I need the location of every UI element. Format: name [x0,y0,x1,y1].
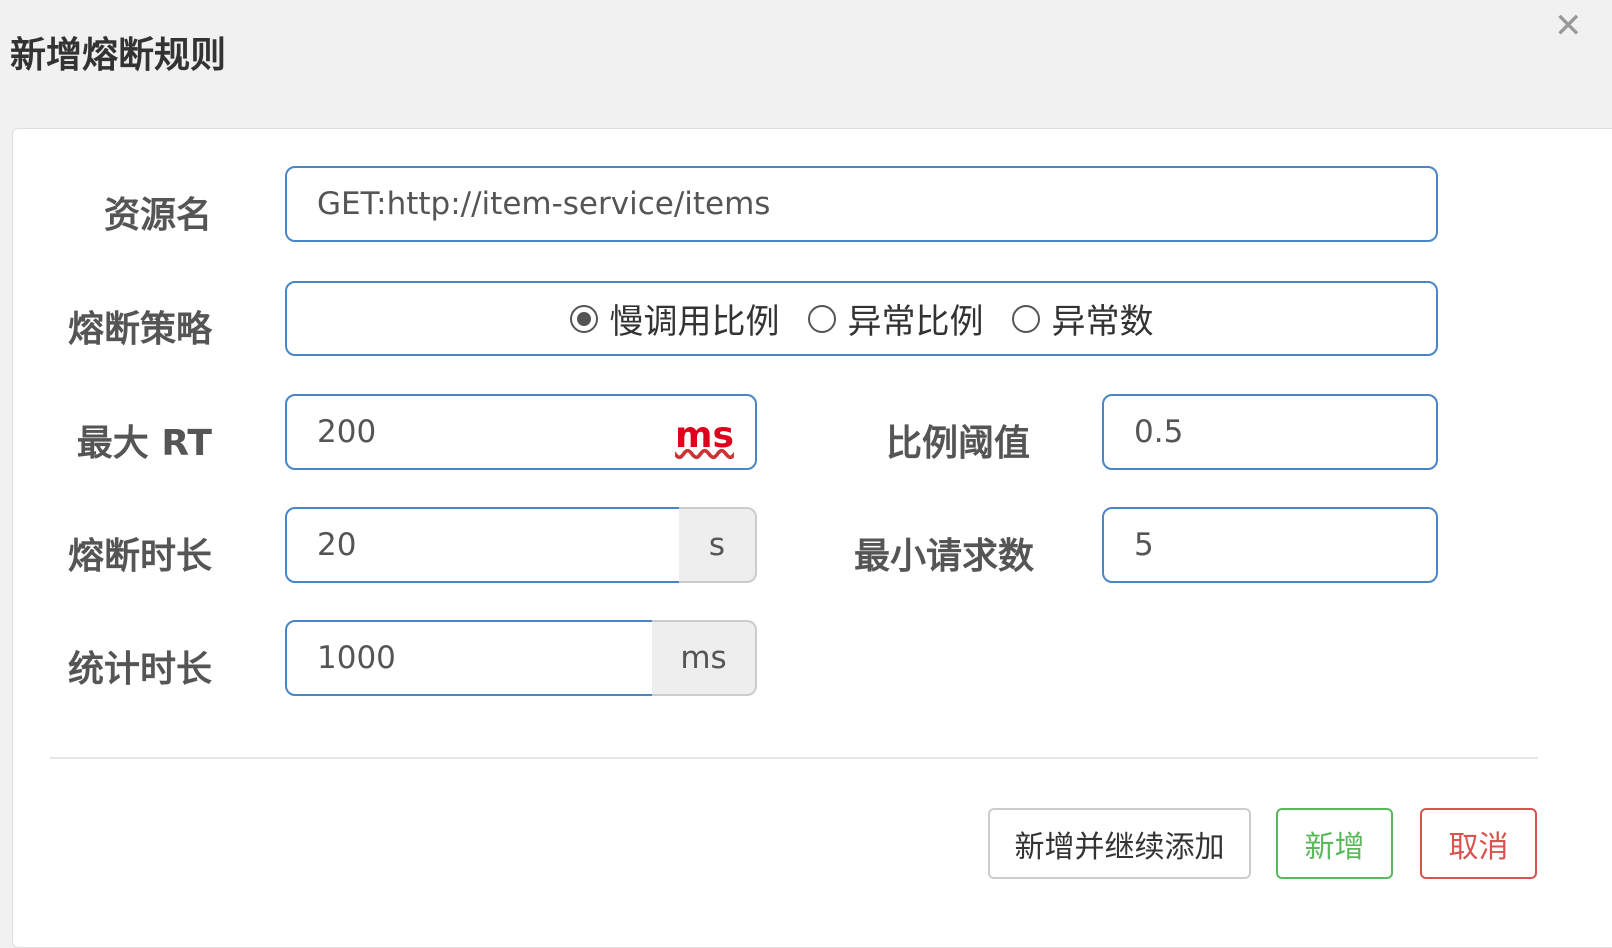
radio-unselected-icon [807,304,836,333]
add-button[interactable]: 新增 [1276,808,1393,879]
min-request-label: 最小请求数 [853,536,1034,577]
cancel-button[interactable]: 取消 [1420,808,1537,879]
duration-input[interactable]: 20 [285,507,681,583]
divider [50,757,1538,759]
ratio-input[interactable]: 0.5 [1102,394,1438,470]
strategy-label: 熔断策略 [67,309,212,350]
radio-label: 异常比例 [847,302,984,342]
radio-label: 慢调用比例 [609,302,780,342]
max-rt-label: 最大 RT [76,423,212,464]
close-icon[interactable]: ✕ [1554,6,1583,46]
radio-exception-count[interactable]: 异常数 [1011,294,1154,343]
resource-input[interactable]: GET:http://item-service/items [285,166,1438,242]
duration-unit: s [679,507,757,583]
add-continue-button[interactable]: 新增并继续添加 [988,808,1251,879]
radio-slow-call-ratio[interactable]: 慢调用比例 [569,294,780,343]
ratio-label: 比例阈值 [885,423,1030,464]
stat-label: 统计时长 [67,649,212,690]
stat-unit: ms [652,620,757,696]
min-request-input[interactable]: 5 [1102,507,1438,583]
radio-unselected-icon [1011,304,1040,333]
duration-label: 熔断时长 [67,536,212,577]
radio-selected-icon [569,304,598,333]
dialog-title: 新增熔断规则 [10,35,227,76]
max-rt-unit: ms [675,415,734,456]
radio-exception-ratio[interactable]: 异常比例 [807,294,984,343]
resource-label: 资源名 [103,195,212,236]
radio-label: 异常数 [1051,302,1154,342]
stat-input[interactable]: 1000 [285,620,654,696]
strategy-radio-group: 慢调用比例 异常比例 异常数 [285,281,1438,356]
